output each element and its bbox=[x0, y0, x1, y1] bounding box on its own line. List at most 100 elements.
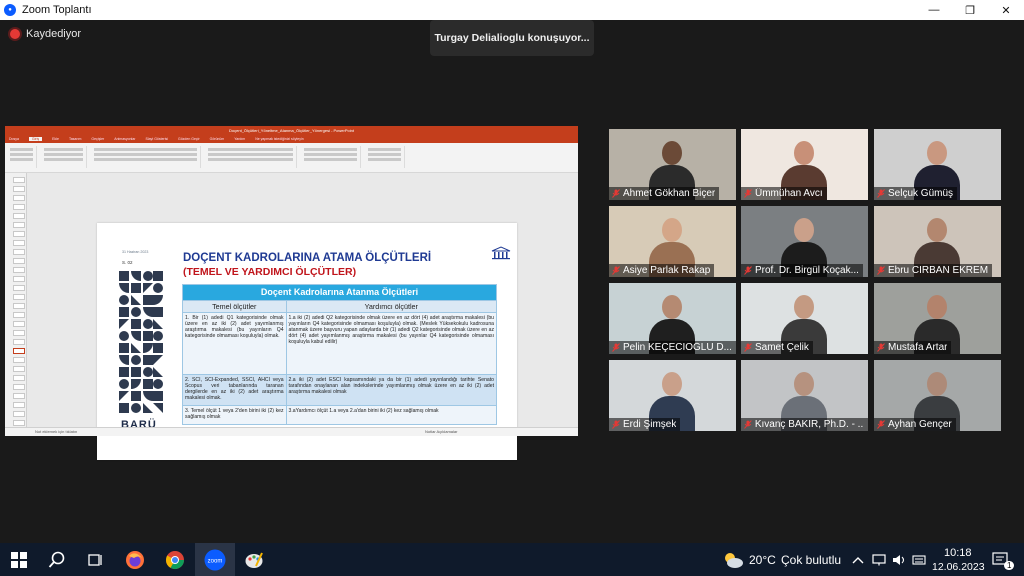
name-label: Ümmühan Avcı bbox=[741, 187, 827, 200]
slide-thumbnail[interactable] bbox=[13, 375, 25, 381]
shared-screen[interactable]: Doçent_Ölçütleri_Yöneltme_Atanma_Ölçütle… bbox=[5, 126, 578, 460]
powerpoint-title-bar: Doçent_Ölçütleri_Yöneltme_Atanma_Ölçütle… bbox=[5, 126, 578, 135]
slide-thumbnail[interactable] bbox=[13, 384, 25, 390]
slide-thumbnail[interactable] bbox=[13, 321, 25, 327]
weather-text[interactable]: Çok bulutlu bbox=[781, 553, 841, 567]
slide-thumbnail[interactable] bbox=[13, 267, 25, 273]
slide-thumbnail[interactable] bbox=[13, 231, 25, 237]
ribbon-tab-active[interactable]: Giriş bbox=[28, 137, 43, 141]
slide-thumbnail[interactable] bbox=[13, 357, 25, 363]
slide-thumbnail[interactable] bbox=[13, 195, 25, 201]
zoom-app-icon[interactable]: zoom bbox=[204, 549, 226, 571]
slide-thumbnail[interactable] bbox=[13, 285, 25, 291]
participant-tile[interactable]: Ayhan Gençer bbox=[874, 360, 1001, 431]
clock-date[interactable]: 12.06.2023 bbox=[932, 561, 985, 573]
slide-number: S. 02 bbox=[122, 260, 133, 265]
slide-thumbnail[interactable] bbox=[13, 312, 25, 318]
slide-thumbnail[interactable] bbox=[13, 177, 25, 183]
slide-subtitle: (TEMEL VE YARDIMCI ÖLÇÜTLER) bbox=[183, 266, 357, 278]
clipboard-group[interactable] bbox=[7, 146, 37, 168]
slide-title: DOÇENT KADROLARINA ATAMA ÖLÇÜTLERİ bbox=[183, 252, 432, 264]
participant-tile[interactable]: Ahmet Gökhan Biçer bbox=[609, 129, 736, 200]
drawing-group[interactable] bbox=[301, 146, 361, 168]
participant-tile[interactable]: Kıvanç BAKIR, Ph.D. - ... bbox=[741, 360, 868, 431]
participant-name: Pelin KEÇECİOĞLU D... bbox=[623, 342, 732, 353]
table-header: Yardımcı ölçütler bbox=[285, 299, 498, 313]
participant-name: Selçuk Gümüş bbox=[888, 188, 954, 199]
participant-tile[interactable]: Asiye Parlak Rakap bbox=[609, 206, 736, 277]
name-label: Mustafa Artar bbox=[874, 341, 952, 354]
mic-muted-icon bbox=[744, 343, 752, 352]
slide-thumbnail[interactable] bbox=[13, 240, 25, 246]
participant-name: Ebru CİRBAN EKREM bbox=[888, 265, 989, 276]
slide-date: 31 Haziran 2023 bbox=[122, 250, 149, 254]
minimize-button[interactable]: — bbox=[916, 0, 952, 20]
ribbon-tab[interactable]: Yardım bbox=[234, 137, 245, 141]
ribbon-tab[interactable]: Gözden Geçir bbox=[178, 137, 200, 141]
clock-time[interactable]: 10:18 bbox=[944, 547, 972, 559]
chrome-icon[interactable] bbox=[164, 549, 186, 571]
notes-placeholder[interactable]: Not eklemek için tıklatın bbox=[35, 429, 77, 434]
participant-tile[interactable]: Ebru CİRBAN EKREM bbox=[874, 206, 1001, 277]
status-right[interactable]: Notlar Açıklamalar bbox=[425, 429, 457, 434]
slide-thumbnail[interactable] bbox=[13, 276, 25, 282]
speaker-icon[interactable] bbox=[890, 549, 908, 571]
slide-thumbnail[interactable] bbox=[13, 366, 25, 372]
slide-thumbnail[interactable] bbox=[13, 213, 25, 219]
chevron-up-icon[interactable] bbox=[850, 549, 866, 571]
table-row: 1. Bir (1) adedi Q1 kategorisinde olmak … bbox=[182, 311, 498, 375]
name-label: Ahmet Gökhan Biçer bbox=[609, 187, 720, 200]
slide-thumbnail[interactable] bbox=[13, 411, 25, 417]
participant-tile[interactable]: Pelin KEÇECİOĞLU D... bbox=[609, 283, 736, 354]
search-icon[interactable] bbox=[46, 549, 68, 571]
ribbon-tab[interactable]: Animasyonlar bbox=[114, 137, 135, 141]
participant-tile[interactable]: Mustafa Artar bbox=[874, 283, 1001, 354]
ribbon-tab[interactable]: Tasarım bbox=[69, 137, 81, 141]
ribbon-search[interactable]: Ne yapmak istediğinizi söyleyin bbox=[255, 137, 303, 141]
participant-tile[interactable]: Ümmühan Avcı bbox=[741, 129, 868, 200]
slide-thumbnail[interactable] bbox=[13, 339, 25, 345]
name-label: Asiye Parlak Rakap bbox=[609, 264, 715, 277]
firefox-icon[interactable] bbox=[124, 549, 146, 571]
slide-thumbnail[interactable] bbox=[13, 393, 25, 399]
recording-indicator[interactable]: Kaydediyor bbox=[10, 28, 81, 40]
slide-thumbnail[interactable] bbox=[13, 186, 25, 192]
participant-tile[interactable]: Prof. Dr. Birgül Koçak... bbox=[741, 206, 868, 277]
weather-temp[interactable]: 20°C bbox=[749, 553, 776, 567]
ribbon-tab[interactable]: Görünüm bbox=[210, 137, 225, 141]
participant-tile[interactable]: Selçuk Gümüş bbox=[874, 129, 1001, 200]
slides-group[interactable] bbox=[41, 146, 87, 168]
slide-thumbnail[interactable] bbox=[13, 330, 25, 336]
paint-app-icon[interactable] bbox=[243, 549, 265, 571]
editing-group[interactable] bbox=[365, 146, 405, 168]
table-cell: 3. Temel ölçüt 1 veya 2'den birini iki (… bbox=[182, 404, 287, 425]
slide-thumbnail[interactable] bbox=[13, 348, 25, 354]
task-view-icon[interactable] bbox=[84, 549, 106, 571]
slide-thumbnail[interactable] bbox=[13, 303, 25, 309]
slide-thumbnail[interactable] bbox=[13, 294, 25, 300]
ribbon-tab[interactable]: Ekle bbox=[52, 137, 59, 141]
participant-name: Ahmet Gökhan Biçer bbox=[623, 188, 716, 199]
participant-tile[interactable]: Erdi Şimşek bbox=[609, 360, 736, 431]
participant-tile[interactable]: Samet Çelik bbox=[741, 283, 868, 354]
slide-thumbnail[interactable] bbox=[13, 222, 25, 228]
slide-thumbnail[interactable] bbox=[13, 402, 25, 408]
slide-thumbnails[interactable] bbox=[5, 173, 27, 427]
weather-icon[interactable] bbox=[722, 549, 744, 571]
slide-thumbnail[interactable] bbox=[13, 420, 25, 426]
slide-thumbnail[interactable] bbox=[13, 249, 25, 255]
slide-thumbnail[interactable] bbox=[13, 204, 25, 210]
slide-thumbnail[interactable] bbox=[13, 258, 25, 264]
windows-start-icon[interactable] bbox=[8, 549, 30, 571]
close-button[interactable]: ✕ bbox=[988, 0, 1024, 20]
language-icon[interactable] bbox=[910, 549, 928, 571]
table-cell: 3.aYardımcı ölçüt 1.a veya 2.a'dan birin… bbox=[285, 404, 498, 425]
current-slide: 31 Haziran 2023 S. 02 DOÇENT KADROLARINA… bbox=[97, 223, 517, 460]
ribbon-tab[interactable]: Geçişler bbox=[91, 137, 104, 141]
ribbon-tab[interactable]: Slayt Gösterisi bbox=[145, 137, 168, 141]
network-icon[interactable] bbox=[870, 549, 888, 571]
maximize-button[interactable]: ❐ bbox=[952, 0, 988, 20]
paragraph-group[interactable] bbox=[205, 146, 297, 168]
ribbon-tab[interactable]: Dosya bbox=[9, 137, 19, 141]
font-group[interactable] bbox=[91, 146, 201, 168]
